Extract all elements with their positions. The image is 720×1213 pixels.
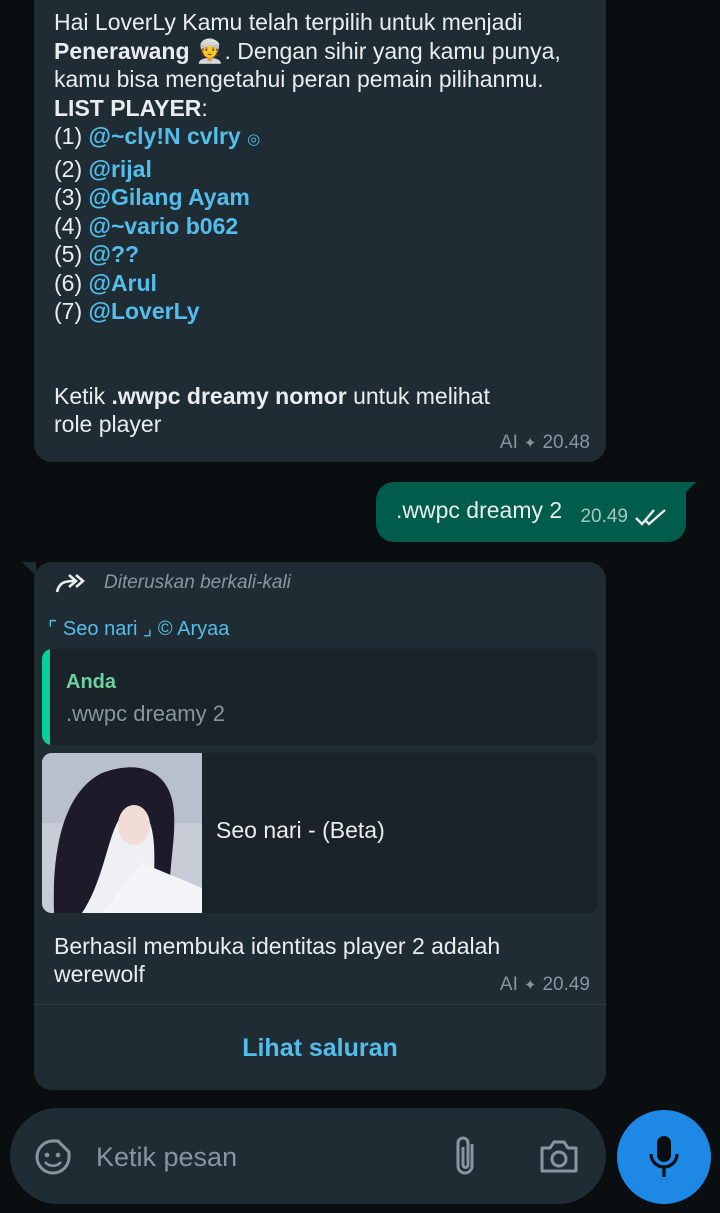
message-input[interactable]: Ketik pesan <box>96 1142 237 1173</box>
list-header: LIST PLAYER <box>54 94 202 121</box>
ai-label: AI <box>499 974 518 995</box>
double-check-icon <box>635 509 666 526</box>
forwarded-indicator: Diteruskan berkali-kali <box>54 571 291 595</box>
message-1-line-2: . Dengan sihir yang kamu punya, <box>224 37 561 64</box>
attach-icon[interactable] <box>448 1134 484 1178</box>
message-1-body: Hai LoverLy Kamu telah terpilih untuk me… <box>54 8 586 439</box>
quote-author: Anda <box>66 671 116 693</box>
player-item-3: (3) @Gilang Ayam <box>54 183 586 212</box>
player-mention[interactable]: @rijal <box>89 156 152 182</box>
microphone-icon <box>649 1136 679 1177</box>
forward-many-icon <box>55 574 85 593</box>
player-item-1: (1) @~cly!N cvlry ◎ <box>54 122 586 155</box>
channel-preview-card[interactable]: Seo nari - (Beta) <box>42 753 598 913</box>
player-number: (2) <box>54 155 83 182</box>
spiral-icon: ◎ <box>247 131 261 148</box>
player-item-2: (2) @rijal <box>54 155 586 184</box>
divider <box>34 1004 606 1005</box>
player-number: (7) <box>54 298 83 324</box>
instruction-command: .wwpc dreamy nomor <box>111 382 347 409</box>
outgoing-text: .wwpc dreamy 2 <box>396 497 563 523</box>
ai-sparkle-icon: ✦ <box>523 977 537 994</box>
player-list: (1) @~cly!N cvlry ◎ (2) @rijal (3) @Gila… <box>54 122 586 326</box>
channel-name[interactable]: ⌜ Seo nari ⌟ © Aryaa <box>48 616 229 641</box>
message-1-line-1: Hai LoverLy Kamu telah terpilih untuk me… <box>54 9 523 35</box>
player-number: (5) <box>54 241 83 267</box>
player-number: (3) <box>54 184 83 210</box>
player-item-6: (6) @Arul <box>54 269 586 298</box>
quote-bar <box>42 649 50 745</box>
quoted-message[interactable]: Anda .wwpc dreamy 2 <box>42 649 598 745</box>
player-number: (4) <box>54 212 83 239</box>
ai-sparkle-icon: ✦ <box>523 435 537 452</box>
forwarded-label: Diteruskan berkali-kali <box>104 572 291 593</box>
channel-thumbnail <box>42 753 202 913</box>
sticker-icon[interactable] <box>34 1138 72 1176</box>
message-1-time: 20.48 <box>542 432 590 453</box>
incoming-message-2[interactable]: Diteruskan berkali-kali ⌜ Seo nari ⌟ © A… <box>22 562 606 1090</box>
outgoing-meta: 20.49 <box>580 506 668 528</box>
ai-label: AI <box>499 432 518 453</box>
role-name: Penerawang <box>54 37 190 64</box>
role-emoji: 👳 <box>195 37 225 64</box>
quote-text: .wwpc dreamy 2 <box>66 701 225 726</box>
player-item-4: (4) @~vario b062 <box>54 212 586 241</box>
message-1-meta: AI ✦ 20.48 <box>500 432 590 454</box>
message-2-meta: AI ✦ 20.49 <box>500 974 590 996</box>
outgoing-message[interactable]: .wwpc dreamy 2 20.49 <box>376 482 696 542</box>
player-item-7: (7) @LoverLy <box>54 297 586 326</box>
player-mention[interactable]: @Arul <box>89 270 157 296</box>
instruction-text: Ketik .wwpc dreamy nomor untuk melihat r… <box>54 382 534 439</box>
reply-text: Berhasil membuka identitas player 2 adal… <box>54 933 501 987</box>
voice-record-button[interactable] <box>617 1110 711 1204</box>
player-mention[interactable]: @~vario b062 <box>89 213 239 239</box>
view-channel-button[interactable]: Lihat saluran <box>34 1034 606 1063</box>
message-input-bar[interactable]: Ketik pesan <box>10 1108 606 1204</box>
player-mention[interactable]: @?? <box>89 241 140 267</box>
player-mention[interactable]: @Gilang Ayam <box>89 184 250 210</box>
list-header-colon: : <box>201 94 208 121</box>
player-number: (1) <box>54 123 83 149</box>
message-2-time: 20.49 <box>542 974 590 995</box>
incoming-message-1[interactable]: Hai LoverLy Kamu telah terpilih untuk me… <box>34 0 606 462</box>
instruction-prefix: Ketik <box>54 382 112 409</box>
player-mention[interactable]: @LoverLy <box>89 298 200 324</box>
player-number: (6) <box>54 269 83 296</box>
outgoing-time: 20.49 <box>580 506 628 527</box>
message-1-line-3: kamu bisa mengetahui peran pemain piliha… <box>54 66 544 92</box>
player-item-5: (5) @?? <box>54 240 586 269</box>
camera-icon[interactable] <box>538 1136 580 1176</box>
card-title: Seo nari - (Beta) <box>216 817 385 843</box>
player-mention[interactable]: @~cly!N cvlry <box>89 123 241 149</box>
